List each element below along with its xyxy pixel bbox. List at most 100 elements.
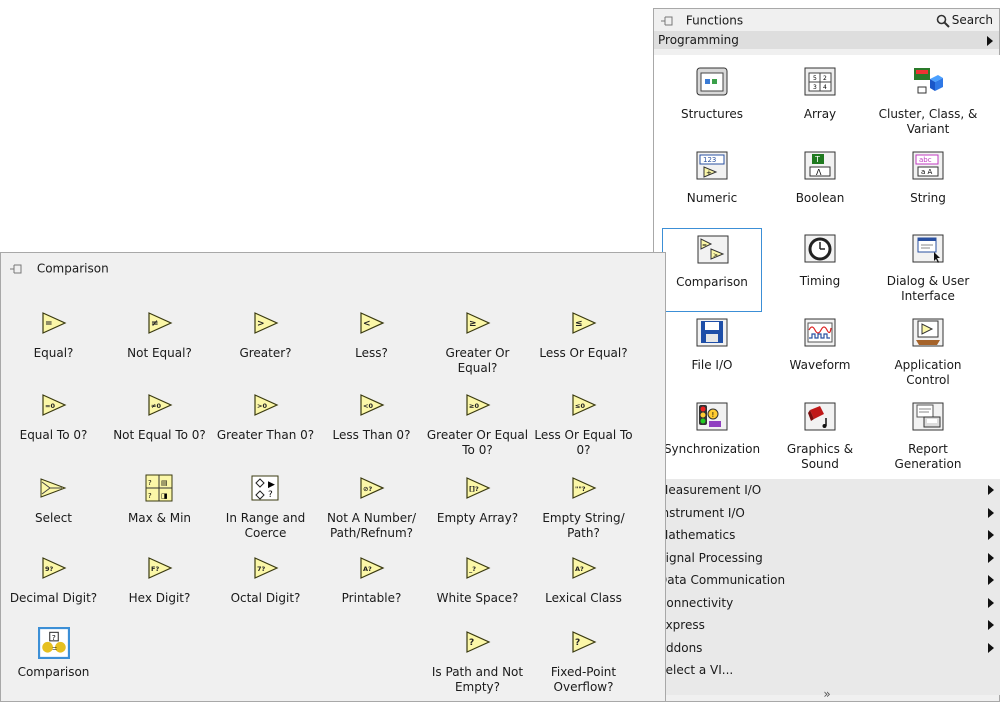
comparison-function-icon: <: [360, 312, 385, 334]
comparison-item-comparison[interactable]: ? = Comparison: [1, 627, 106, 707]
svg-text:a A: a A: [921, 168, 933, 176]
svg-text:<0: <0: [363, 402, 373, 410]
comparison-item-label: Not Equal?: [127, 346, 192, 360]
subcategory-item[interactable]: Addons: [654, 637, 1000, 660]
subcategory-item[interactable]: Measurement I/O: [654, 479, 1000, 502]
palette-item-label: File I/O: [691, 358, 733, 372]
comparison-item-white-space[interactable]: _? White Space?: [425, 553, 530, 633]
subcategory-item[interactable]: Mathematics: [654, 524, 1000, 547]
comparison-item-fixed-point-overflow[interactable]: ? Fixed-Point Overflow?: [531, 627, 636, 707]
comparison-item-label: Lexical Class: [545, 591, 622, 605]
subcategory-item[interactable]: Signal Processing: [654, 547, 1000, 570]
comparison-item-hex-digit[interactable]: F? Hex Digit?: [107, 553, 212, 633]
comparison-item-equal-to-0[interactable]: =0 Equal To 0?: [1, 390, 106, 470]
comparison-title: Comparison: [36, 261, 109, 276]
comparison-item-less-than-0[interactable]: <0 Less Than 0?: [319, 390, 424, 470]
graphics-sound-icon: [804, 402, 836, 431]
comparison-item-label: Less Than 0?: [332, 428, 411, 442]
comparison-item-less-or-equal-to-0[interactable]: ≤0 Less Or Equal To 0?: [531, 390, 636, 470]
comparison-item-greater-or-equal[interactable]: ≥ Greater Or Equal?: [425, 308, 530, 388]
comparison-function-icon: A?: [572, 557, 597, 579]
comparison-item-decimal-digit[interactable]: 9? Decimal Digit?: [1, 553, 106, 633]
palette-item-array[interactable]: 52 34 Array: [770, 61, 870, 145]
comparison-function-icon: <0: [360, 394, 385, 416]
comparison-item-empty-array[interactable]: []? Empty Array?: [425, 473, 530, 553]
comparison-item-label: In Range and Coerce: [225, 511, 306, 540]
comparison-item-in-range-and-coerce[interactable]: ▶? In Range and Coerce: [213, 473, 318, 553]
subcategory-label: Connectivity: [658, 595, 734, 610]
comparison-item-not-equal-to-0[interactable]: ≠0 Not Equal To 0?: [107, 390, 212, 470]
palette-item-comparison[interactable]: = > Comparison: [662, 228, 762, 312]
svg-text:?: ?: [52, 633, 56, 642]
category-programming[interactable]: Programming: [654, 31, 999, 49]
search-icon: [936, 14, 950, 28]
comparison-item-lexical-class[interactable]: A? Lexical Class: [531, 553, 636, 633]
comparison-item-greater-than-0[interactable]: >0 Greater Than 0?: [213, 390, 318, 470]
palette-item-synchronization[interactable]: ! Synchronization: [662, 396, 762, 480]
svg-text:A?: A?: [575, 565, 584, 573]
comparison-item-label: Greater Or Equal?: [445, 346, 510, 375]
comparison-function-icon: [40, 478, 67, 498]
palette-item-report-generation[interactable]: Report Generation: [878, 396, 978, 480]
comparison-titlebar[interactable]: Comparison: [1, 253, 665, 283]
palette-item-cluster[interactable]: Cluster, Class, & Variant: [878, 61, 978, 145]
comparison-item-less-or-equal[interactable]: ≤ Less Or Equal?: [531, 308, 636, 388]
comparison-item-select[interactable]: Select: [1, 473, 106, 553]
comparison-item-label: Less Or Equal?: [539, 346, 628, 360]
comparison-item-greater[interactable]: > Greater?: [213, 308, 318, 388]
comparison-item-not-equal[interactable]: ≠ Not Equal?: [107, 308, 212, 388]
comparison-item-less[interactable]: < Less?: [319, 308, 424, 388]
palette-item-graphics-sound[interactable]: Graphics & Sound: [770, 396, 870, 480]
comparison-item-label: Printable?: [341, 591, 402, 605]
palette-item-label: Array: [803, 107, 837, 121]
pin-icon[interactable]: [660, 14, 674, 28]
svg-text:2: 2: [823, 75, 827, 82]
comparison-item-max-min[interactable]: ? ▤? ◨ Max & Min: [107, 473, 212, 553]
comparison-item-empty-string-path[interactable]: ""? Empty String/ Path?: [531, 473, 636, 553]
palette-item-boolean[interactable]: T Λ Boolean: [770, 145, 870, 229]
subcategory-item[interactable]: Instrument I/O: [654, 502, 1000, 525]
comparison-item-label: Hex Digit?: [128, 591, 191, 605]
palette-item-structures[interactable]: Structures: [662, 61, 762, 145]
svg-text:?: ?: [148, 492, 152, 500]
comparison-function-icon: ? ▤? ◨: [145, 474, 173, 502]
comparison-item-label: Greater Than 0?: [216, 428, 315, 442]
comparison-item-greater-or-equal-to-0[interactable]: ≥0 Greater Or Equal To 0?: [425, 390, 530, 470]
comparison-function-icon: 9?: [42, 557, 67, 579]
search-button[interactable]: Search: [936, 9, 993, 31]
palette-item-numeric[interactable]: 123 + Numeric: [662, 145, 762, 229]
comparison-item-octal-digit[interactable]: 7? Octal Digit?: [213, 553, 318, 633]
comparison-item-not-a-number-path-refnum[interactable]: ⊘? Not A Number/ Path/Refnum?: [319, 473, 424, 553]
svg-text:123: 123: [703, 156, 716, 164]
expand-arrow-icon: [988, 620, 994, 630]
comparison-item-label: Octal Digit?: [230, 591, 301, 605]
palette-item-file-io[interactable]: File I/O: [662, 312, 762, 396]
comparison-item-equal[interactable]: = Equal?: [1, 308, 106, 388]
subcategory-label: Select a VI...: [658, 663, 734, 677]
palette-item-application-control[interactable]: Application Control: [878, 312, 978, 396]
palette-item-dialog[interactable]: Dialog & User Interface: [878, 228, 978, 312]
svg-text:◨: ◨: [161, 492, 168, 500]
palette-item-label: Cluster, Class, & Variant: [878, 107, 978, 136]
svg-text:?: ?: [148, 479, 152, 487]
svg-text:<: <: [363, 319, 371, 329]
palette-item-string[interactable]: abc a A String: [878, 145, 978, 229]
select-a-vi-item[interactable]: Select a VI...: [654, 659, 1000, 682]
subcategory-item[interactable]: Data Communication: [654, 569, 1000, 592]
svg-text:abc: abc: [919, 156, 932, 164]
palette-item-waveform[interactable]: Waveform: [770, 312, 870, 396]
pin-icon[interactable]: [9, 262, 23, 276]
subcategory-item[interactable]: Connectivity: [654, 592, 1000, 615]
subcategory-label: Signal Processing: [658, 550, 763, 565]
functions-titlebar[interactable]: Functions Search: [654, 9, 999, 31]
palette-item-label: Synchronization: [663, 442, 761, 456]
svg-text:▤: ▤: [161, 479, 168, 487]
svg-text:?: ?: [575, 638, 580, 648]
subcategory-item[interactable]: Express: [654, 614, 1000, 637]
comparison-function-icon: F?: [148, 557, 173, 579]
comparison-item-printable[interactable]: A? Printable?: [319, 553, 424, 633]
svg-text:>: >: [713, 252, 718, 259]
palette-item-timing[interactable]: Timing: [770, 228, 870, 312]
svg-text:⊘?: ⊘?: [363, 485, 372, 493]
comparison-item-is-path-and-not-empty[interactable]: ? Is Path and Not Empty?: [425, 627, 530, 707]
